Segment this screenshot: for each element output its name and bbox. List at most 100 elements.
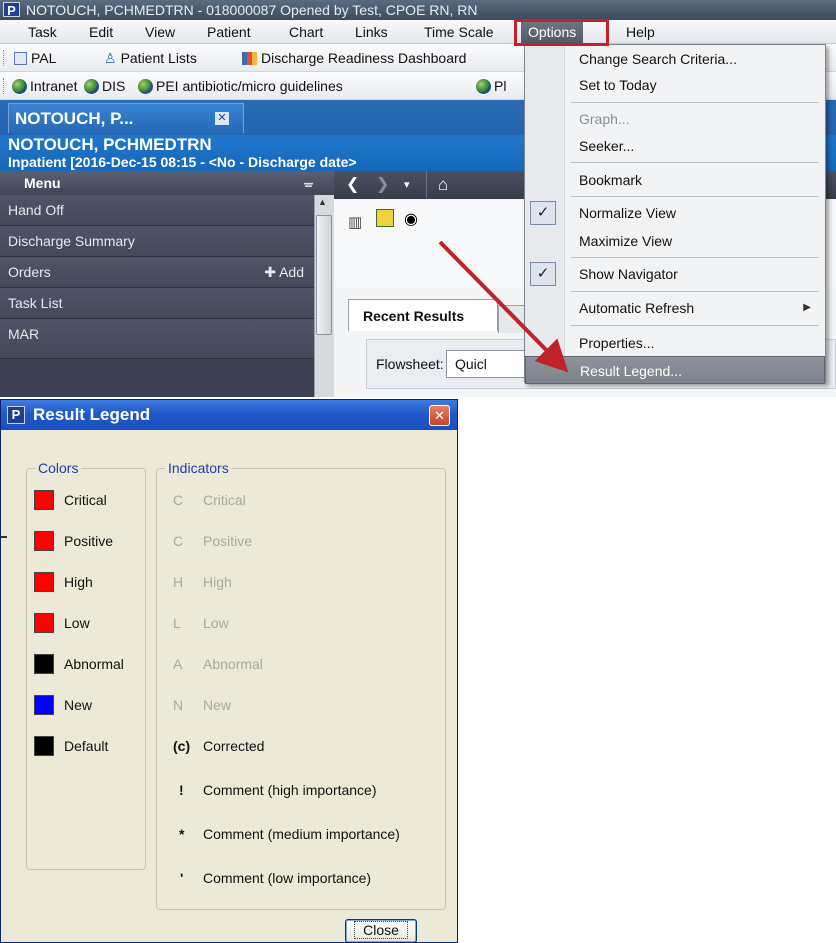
- patient-lists-icon: ♙: [104, 50, 117, 66]
- flowsheet-label: Flowsheet:: [376, 356, 444, 372]
- nav-item-label: Task List: [8, 295, 63, 311]
- forward-icon[interactable]: ❯: [376, 171, 389, 199]
- globe-icon: [138, 79, 153, 94]
- nav-item-hand-off[interactable]: Hand Off: [0, 195, 314, 226]
- indicator-label: Positive: [203, 533, 253, 549]
- link-pei-guidelines[interactable]: PEI antibiotic/micro guidelines: [138, 72, 343, 100]
- indicator-label: Comment (low importance): [203, 870, 372, 886]
- menu-view[interactable]: View: [145, 20, 175, 44]
- color-label: High: [64, 574, 93, 590]
- menu-edit[interactable]: Edit: [89, 20, 113, 44]
- patient-tab[interactable]: NOTOUCH, P... ✕: [8, 103, 244, 133]
- scroll-up-icon[interactable]: ▲: [318, 197, 327, 207]
- nav-item-task-list[interactable]: Task List: [0, 288, 314, 319]
- indicator-row-corrected: (c) Corrected: [171, 735, 264, 759]
- indicator-label: Comment (high importance): [203, 782, 377, 798]
- color-row-default: Default: [34, 735, 108, 759]
- indicators-group: Indicators C Critical C Positive H High L Lo…: [156, 460, 446, 910]
- back-icon[interactable]: ❮: [346, 171, 359, 199]
- link-intranet[interactable]: Intranet: [12, 72, 77, 100]
- menu-help[interactable]: Help: [626, 20, 655, 44]
- menu-links[interactable]: Links: [355, 20, 388, 44]
- close-button-label: Close: [354, 921, 408, 939]
- tab-recent-results-label: Recent Results: [363, 308, 465, 324]
- window-title: NOTOUCH, PCHMEDTRN - 018000087 Opened by…: [26, 2, 478, 18]
- color-label: Low: [64, 615, 90, 631]
- nav-item-label: Orders: [8, 264, 51, 280]
- toolbar-discharge-dashboard[interactable]: Discharge Readiness Dashboard: [242, 44, 466, 72]
- indicator-row-positive: C Positive: [171, 530, 252, 554]
- colors-group-title: Colors: [35, 460, 82, 476]
- color-label: Positive: [64, 533, 114, 549]
- history-dropdown-icon[interactable]: ▾: [404, 171, 410, 199]
- link-intranet-label: Intranet: [30, 78, 78, 94]
- menu-item-automatic-refresh[interactable]: Automatic Refresh ▶: [525, 294, 825, 322]
- indicator-row-critical: C Critical: [171, 489, 246, 513]
- menu-item-graph[interactable]: Graph...: [525, 105, 825, 133]
- menu-chart[interactable]: Chart: [289, 20, 323, 44]
- link-dis[interactable]: DIS: [84, 72, 125, 100]
- color-row-new: New: [34, 694, 92, 718]
- menu-item-maximize-view[interactable]: Maximize View: [525, 227, 825, 255]
- link-partial[interactable]: Pl: [476, 72, 506, 100]
- home-icon[interactable]: ⌂: [438, 171, 448, 199]
- colors-group: Colors Critical Positive High Low Abnorm…: [26, 460, 146, 870]
- globe-icon: [84, 79, 99, 94]
- color-swatch: [34, 736, 54, 756]
- nav-item-discharge-summary[interactable]: Discharge Summary: [0, 226, 314, 257]
- grid-icon[interactable]: [376, 209, 394, 227]
- menu-task[interactable]: Task: [28, 20, 57, 44]
- navigator-header: Menu ᚚ: [0, 171, 334, 195]
- menu-separator: [571, 102, 819, 103]
- globe-icon: [476, 79, 491, 94]
- color-swatch: [34, 490, 54, 510]
- close-button[interactable]: Close: [345, 919, 417, 942]
- indicator-row-high: H High: [171, 571, 232, 595]
- indicator-symbol: !: [179, 782, 184, 798]
- chart-bars-icon[interactable]: ▥: [348, 213, 362, 231]
- nav-item-orders[interactable]: Orders ✚ Add: [0, 257, 314, 288]
- indicator-symbol: A: [173, 656, 183, 672]
- menu-item-result-legend[interactable]: Result Legend...: [525, 356, 825, 384]
- menu-item-automatic-refresh-label: Automatic Refresh: [579, 300, 695, 316]
- menu-item-set-to-today[interactable]: Set to Today: [525, 71, 825, 99]
- close-icon[interactable]: ✕: [429, 405, 450, 426]
- menu-item-seeker[interactable]: Seeker...: [525, 132, 825, 160]
- indicator-symbol: C: [173, 492, 184, 508]
- pin-icon[interactable]: ᚚ: [304, 171, 313, 195]
- nav-item-mar[interactable]: MAR: [0, 319, 314, 359]
- menu-item-show-navigator[interactable]: Show Navigator: [525, 260, 825, 288]
- menu-separator: [571, 325, 819, 326]
- app-logo-icon: P: [3, 2, 20, 18]
- indicator-symbol: N: [173, 697, 184, 713]
- color-swatch: [34, 572, 54, 592]
- menu-item-change-search-criteria[interactable]: Change Search Criteria...: [525, 45, 825, 73]
- indicator-symbol: (c): [173, 738, 191, 754]
- menu-item-bookmark[interactable]: Bookmark: [525, 166, 825, 194]
- menu-item-normalize-view[interactable]: Normalize View: [525, 199, 825, 227]
- menu-item-properties[interactable]: Properties...: [525, 329, 825, 357]
- pal-icon: [14, 52, 27, 65]
- result-legend-dialog: P Result Legend ✕ Colors Critical Positi…: [0, 399, 458, 943]
- menu-patient[interactable]: Patient: [207, 20, 251, 44]
- color-label: Default: [64, 738, 109, 754]
- indicator-label: New: [203, 697, 232, 713]
- background-edge: [1, 536, 7, 538]
- toolbar-pal[interactable]: PAL: [14, 44, 56, 72]
- indicator-label: Abnormal: [203, 656, 263, 672]
- patient-name: NOTOUCH, PCHMEDTRN: [8, 135, 212, 154]
- toolbar-patient-lists[interactable]: ♙ Patient Lists: [104, 44, 197, 72]
- nav-item-label: MAR: [8, 326, 40, 342]
- left-navigator: Menu ᚚ Hand Off Discharge Summary Orders…: [0, 171, 334, 397]
- menu-time-scale[interactable]: Time Scale: [424, 20, 494, 44]
- dialog-title: Result Legend: [33, 405, 151, 424]
- tab-recent-results[interactable]: Recent Results: [348, 299, 498, 331]
- navigator-scroll-thumb[interactable]: [316, 215, 332, 335]
- link-partial-label: Pl: [494, 78, 507, 94]
- nav-item-label: Discharge Summary: [8, 233, 135, 249]
- close-tab-icon[interactable]: ✕: [215, 112, 229, 125]
- orders-add-label: Add: [279, 264, 304, 280]
- eye-icon[interactable]: ◉: [404, 209, 418, 229]
- link-dis-label: DIS: [102, 78, 126, 94]
- orders-add-button[interactable]: ✚ Add: [264, 257, 304, 288]
